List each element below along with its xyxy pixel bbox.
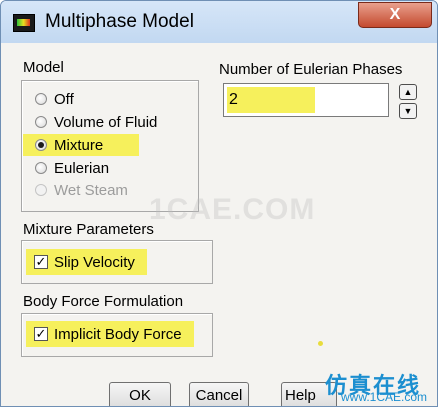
radio-mixture[interactable]: Mixture [23,134,139,156]
radio-volume-of-fluid-label: Volume of Fluid [54,113,158,131]
arrow-up-icon: ▲ [403,86,413,97]
radio-off[interactable]: Off [35,88,74,110]
dialog-window: Multiphase Model X Model Off Volume of F… [0,0,438,407]
dialog-title: Multiphase Model [45,11,194,32]
slip-velocity-label: Slip Velocity [54,253,135,271]
phases-input-value[interactable]: 2 [229,91,238,109]
highlight-dot [318,341,323,346]
body-force-label: Body Force Formulation [23,293,184,310]
radio-eulerian-indicator[interactable] [35,162,47,174]
check-icon[interactable]: ✓ [34,255,48,269]
spin-down-button[interactable]: ▼ [399,103,417,119]
slip-velocity-checkbox[interactable]: ✓ Slip Velocity [26,249,147,275]
radio-off-indicator[interactable] [35,93,47,105]
cancel-button[interactable]: Cancel [189,382,249,406]
close-button[interactable]: X [358,2,432,28]
implicit-body-force-checkbox[interactable]: ✓ Implicit Body Force [26,321,194,347]
watermark: 1CAE.COM [149,193,316,226]
radio-volume-of-fluid[interactable]: Volume of Fluid [35,111,157,133]
radio-mixture-label: Mixture [54,136,104,154]
radio-off-label: Off [54,90,74,108]
radio-wet-steam-label: Wet Steam [54,181,128,199]
title-bar[interactable]: Multiphase Model X [1,1,437,43]
radio-eulerian-label: Eulerian [54,159,110,177]
spin-up-button[interactable]: ▲ [399,84,417,100]
phases-label: Number of Eulerian Phases [219,61,403,78]
phases-input[interactable]: 2 [223,83,389,117]
mixture-parameters-label: Mixture Parameters [23,221,154,238]
phases-input-highlight [227,87,315,113]
radio-mixture-indicator[interactable] [35,139,47,151]
arrow-down-icon: ▼ [403,105,413,116]
model-group-label: Model [23,59,64,76]
implicit-body-force-label: Implicit Body Force [54,325,182,343]
radio-eulerian[interactable]: Eulerian [35,157,109,179]
brand-url: www.1CAE.com [341,390,428,404]
check-icon[interactable]: ✓ [34,327,48,341]
radio-volume-of-fluid-indicator[interactable] [35,116,47,128]
dialog-body: Model Off Volume of Fluid Mixture Euleri… [1,43,437,406]
radio-wet-steam-indicator [35,184,47,196]
ok-button[interactable]: OK [109,382,171,406]
radio-wet-steam: Wet Steam [35,179,128,201]
app-icon [13,14,35,32]
